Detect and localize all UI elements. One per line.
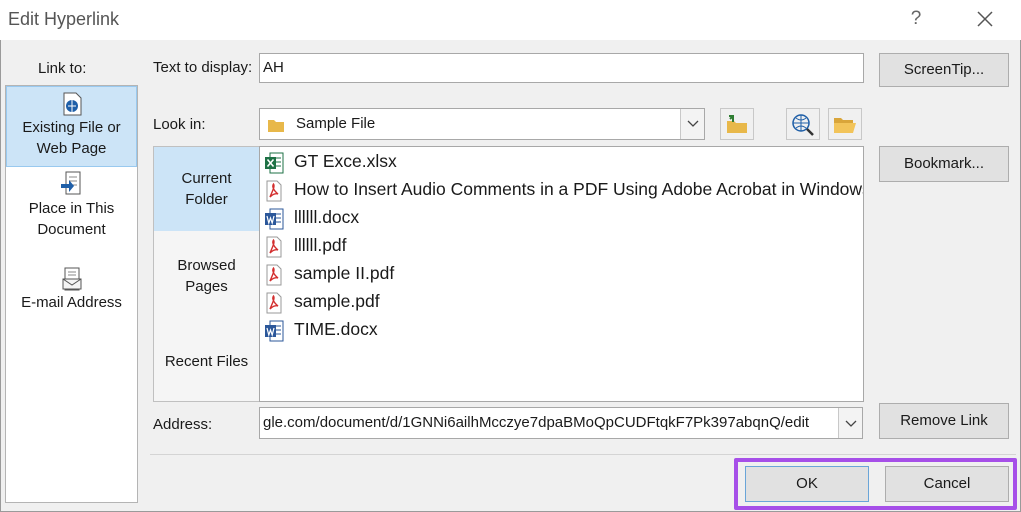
browse-web-button[interactable]	[786, 108, 820, 140]
current-folder-line1: Current	[181, 170, 232, 187]
close-button[interactable]	[966, 4, 1004, 34]
recent-files-label: Recent Files	[164, 353, 249, 370]
file-name: llllll.docx	[294, 207, 360, 227]
pdf-file-icon	[266, 236, 282, 258]
place-in-document-icon	[60, 171, 80, 195]
address-value: gle.com/document/d/1GNNi6ailhMcczye7dpaB…	[263, 414, 810, 431]
place-in-document-line1: Place in This	[28, 200, 115, 217]
existing-file-line2: Web Page	[36, 140, 107, 157]
email-address-icon	[62, 267, 81, 291]
link-to-email-address[interactable]: E-mail Address	[6, 262, 137, 322]
existing-file-icon	[63, 92, 81, 116]
cancel-button[interactable]: Cancel	[885, 466, 1009, 502]
chevron-down-icon	[687, 120, 699, 127]
file-name: GT Exce.xlsx	[294, 151, 397, 171]
screentip-button[interactable]: ScreenTip...	[879, 53, 1009, 87]
link-to-existing-file[interactable]: Existing File or Web Page	[6, 86, 137, 167]
look-in-value: Sample File	[296, 115, 376, 132]
word-file-icon	[265, 320, 284, 342]
browse-nav-panel: Current Folder Browsed Pages Recent File…	[153, 146, 260, 402]
file-name: sample II.pdf	[294, 263, 395, 283]
file-list[interactable]: GT Exce.xlsx How to Insert Audio Comment…	[259, 146, 864, 402]
ok-button[interactable]: OK	[745, 466, 869, 502]
up-one-folder-button[interactable]	[720, 108, 754, 140]
place-in-document-line2: Document	[37, 221, 106, 238]
link-to-panel: Existing File or Web Page Place in This …	[5, 85, 138, 503]
text-to-display-label: Text to display:	[153, 59, 253, 76]
globe-search-icon	[792, 114, 814, 136]
look-in-combo[interactable]: Sample File	[259, 108, 705, 140]
remove-link-button[interactable]: Remove Link	[879, 403, 1009, 439]
help-button[interactable]: ?	[902, 4, 930, 34]
pdf-file-icon	[266, 264, 282, 286]
browsed-pages-line1: Browsed	[177, 257, 236, 274]
folder-icon	[268, 120, 284, 132]
file-name: TIME.docx	[294, 319, 378, 339]
excel-file-icon	[265, 152, 284, 174]
close-icon	[977, 11, 993, 27]
open-folder-icon	[834, 118, 856, 133]
browsed-pages-tab[interactable]: Browsed Pages	[154, 255, 259, 297]
word-file-icon	[265, 208, 284, 230]
title-bar: Edit Hyperlink ?	[0, 0, 1021, 40]
file-name: How to Insert Audio Comments in a PDF Us…	[294, 179, 864, 199]
chevron-down-icon	[845, 420, 857, 427]
text-to-display-input[interactable]: AH	[259, 53, 864, 83]
look-in-dropdown-arrow[interactable]	[680, 109, 704, 139]
address-label: Address:	[153, 416, 213, 433]
address-dropdown-arrow[interactable]	[838, 408, 862, 438]
link-to-place-in-document[interactable]: Place in This Document	[6, 168, 137, 248]
link-to-label: Link to:	[38, 60, 87, 77]
bookmark-button[interactable]: Bookmark...	[879, 146, 1009, 182]
recent-files-tab[interactable]: Recent Files	[154, 351, 259, 373]
address-input[interactable]: gle.com/document/d/1GNNi6ailhMcczye7dpaB…	[259, 407, 863, 439]
pdf-file-icon	[266, 180, 282, 202]
file-name: sample.pdf	[294, 291, 380, 311]
file-name: llllll.pdf	[294, 235, 347, 255]
pdf-file-icon	[266, 292, 282, 314]
current-folder-line2: Folder	[185, 191, 228, 208]
dialog-title: Edit Hyperlink	[8, 9, 120, 29]
existing-file-line1: Existing File or	[22, 119, 121, 136]
browse-file-button[interactable]	[828, 108, 862, 140]
separator	[150, 454, 1016, 455]
browsed-pages-line2: Pages	[185, 278, 228, 295]
up-folder-icon	[727, 115, 747, 133]
look-in-label: Look in:	[153, 116, 206, 133]
email-address-label: E-mail Address	[21, 294, 122, 311]
current-folder-tab[interactable]: Current Folder	[154, 147, 259, 231]
